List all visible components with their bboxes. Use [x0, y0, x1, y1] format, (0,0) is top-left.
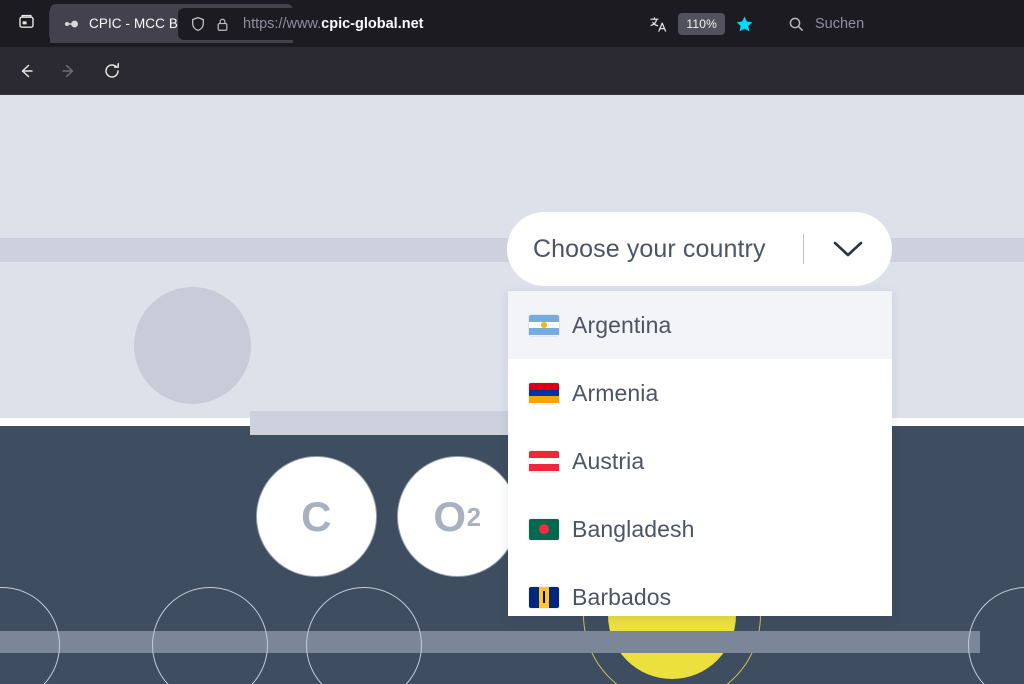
atom-oxygen: O2	[397, 456, 518, 577]
url-bar[interactable]: https://www.cpic-global.net 110%	[178, 8, 768, 40]
back-button[interactable]	[9, 54, 43, 88]
flag-argentina	[529, 314, 559, 336]
atom-oxygen-label: O	[433, 492, 467, 540]
search-bar[interactable]: Suchen	[776, 8, 1024, 40]
url-prefix: https://www.	[243, 16, 322, 32]
country-select-placeholder: Choose your country	[533, 234, 766, 263]
firefox-view-icon	[18, 13, 35, 35]
atom-carbon: C	[256, 456, 377, 577]
country-option-barbados[interactable]: Barbados	[508, 563, 892, 616]
dark-connector-bar-4	[420, 631, 980, 653]
flag-armenia	[529, 382, 559, 404]
zoom-level-badge[interactable]: 110%	[678, 13, 725, 35]
search-input[interactable]: Suchen	[815, 16, 864, 32]
page-content: C O2 Argentina Armenia Austria Banglades…	[0, 95, 1024, 684]
url-domain: cpic-global.net	[321, 16, 424, 32]
atom-carbon-label: C	[301, 492, 332, 540]
lock-icon[interactable]	[212, 14, 232, 34]
translate-icon[interactable]	[645, 12, 671, 36]
hero-decorative-circle	[134, 287, 251, 404]
reload-button[interactable]	[95, 54, 129, 88]
country-option-label: Austria	[572, 447, 645, 474]
dark-ring-4	[968, 587, 1024, 684]
flag-bangladesh	[529, 518, 559, 540]
flag-austria	[529, 450, 559, 472]
molecule-bond	[250, 411, 550, 435]
country-option-armenia[interactable]: Armenia	[508, 359, 892, 427]
flag-barbados	[529, 586, 559, 608]
firefox-view-button[interactable]	[6, 7, 46, 41]
dark-ring-1	[0, 587, 60, 684]
shield-icon[interactable]	[188, 14, 208, 34]
dark-ring-2	[152, 587, 268, 684]
url-text[interactable]: https://www.cpic-global.net	[243, 16, 645, 32]
country-option-austria[interactable]: Austria	[508, 427, 892, 495]
country-select-divider	[803, 234, 804, 264]
country-select-button[interactable]: Choose your country	[507, 212, 892, 286]
forward-button[interactable]	[52, 54, 86, 88]
chevron-down-icon[interactable]	[830, 236, 866, 262]
country-option-label: Barbados	[572, 583, 672, 610]
country-option-label: Argentina	[572, 311, 672, 338]
country-option-bangladesh[interactable]: Bangladesh	[508, 495, 892, 563]
country-option-argentina[interactable]: Argentina	[508, 291, 892, 359]
navigation-toolbar	[0, 47, 1024, 95]
browser-window: CPIC - MCC Berlin ✕ +	[0, 0, 1024, 684]
country-option-label: Armenia	[572, 379, 659, 406]
country-option-label: Bangladesh	[572, 515, 695, 542]
star-icon[interactable]	[732, 12, 756, 36]
country-dropdown-list[interactable]: Argentina Armenia Austria Bangladesh Bar…	[508, 291, 892, 616]
molecule-favicon	[64, 16, 80, 32]
atom-oxygen-subscript: 2	[466, 501, 482, 532]
search-icon	[787, 16, 804, 33]
urlbar-actions: 110%	[645, 12, 758, 36]
dark-ring-3	[306, 587, 422, 684]
